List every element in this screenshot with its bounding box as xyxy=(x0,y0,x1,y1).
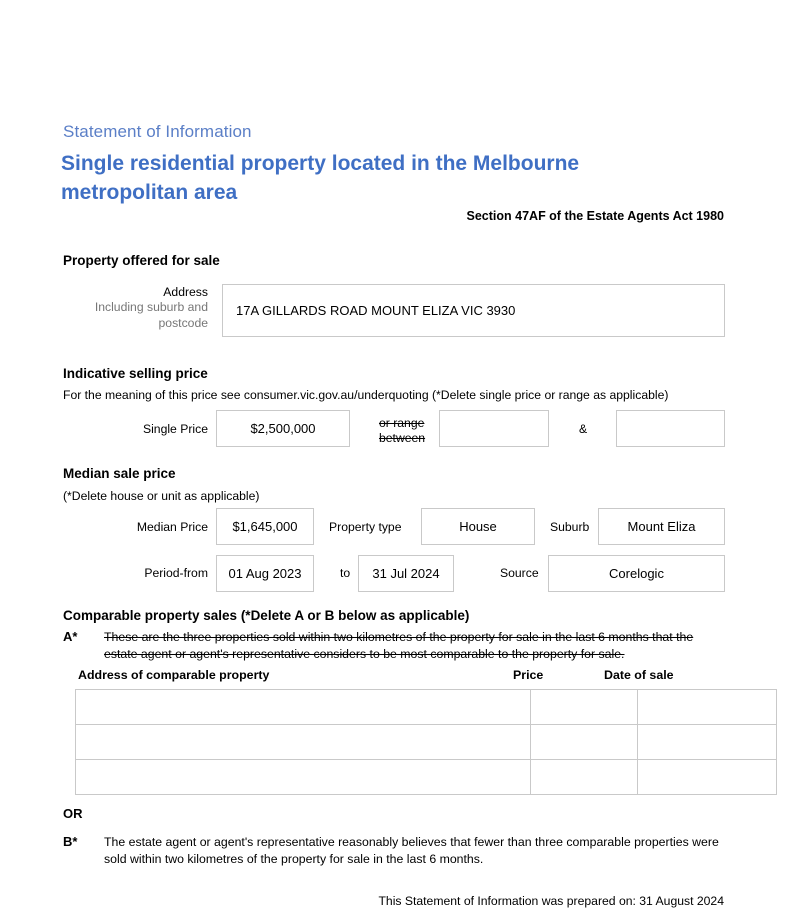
period-from-field[interactable]: 01 Aug 2023 xyxy=(216,555,314,592)
or-separator-label: OR xyxy=(63,806,83,821)
suburb-value: Mount Eliza xyxy=(627,519,696,534)
option-b-marker: B* xyxy=(63,834,78,849)
source-value: Corelogic xyxy=(609,566,664,581)
median-price-value: $1,645,000 xyxy=(232,519,298,534)
column-header-date-of-sale: Date of sale xyxy=(604,668,674,682)
median-price-label: Median Price xyxy=(136,520,208,534)
cell-address[interactable] xyxy=(75,689,531,725)
property-type-field[interactable]: House xyxy=(421,508,535,545)
cell-price[interactable] xyxy=(530,759,638,795)
suburb-field[interactable]: Mount Eliza xyxy=(598,508,725,545)
option-a-text: These are the three properties sold with… xyxy=(104,630,694,662)
or-range-label-line1: or range xyxy=(379,416,425,430)
period-from-value: 01 Aug 2023 xyxy=(228,566,302,581)
period-to-label: to xyxy=(340,566,351,580)
period-to-value: 31 Jul 2024 xyxy=(372,566,440,581)
range-high-field[interactable] xyxy=(616,410,725,447)
page-title: Single residential property located in t… xyxy=(61,152,580,204)
option-a-marker: A* xyxy=(63,629,78,644)
table-row[interactable] xyxy=(75,759,777,795)
option-b-text: The estate agent or agent's representati… xyxy=(104,835,719,867)
comparable-sales-table xyxy=(75,689,777,795)
section-heading-median-price: Median sale price xyxy=(63,466,176,481)
range-ampersand: & xyxy=(579,422,588,436)
address-field[interactable]: 17A GILLARDS ROAD MOUNT ELIZA VIC 3930 xyxy=(222,284,725,337)
column-header-price: Price xyxy=(513,668,544,682)
range-low-field[interactable] xyxy=(439,410,549,447)
column-header-address: Address of comparable property xyxy=(78,668,270,682)
address-value: 17A GILLARDS ROAD MOUNT ELIZA VIC 3930 xyxy=(236,303,516,318)
section-heading-indicative-price: Indicative selling price xyxy=(63,366,208,381)
median-price-subtext: (*Delete house or unit as applicable) xyxy=(63,489,260,503)
address-sublabel: Including suburb and postcode xyxy=(94,300,208,330)
cell-date-of-sale[interactable] xyxy=(637,759,777,795)
document-page: Statement of Information Single resident… xyxy=(0,0,800,922)
period-from-label: Period-from xyxy=(144,566,208,580)
or-range-label-line2: between xyxy=(379,431,426,445)
single-price-field[interactable]: $2,500,000 xyxy=(216,410,350,447)
median-price-field[interactable]: $1,645,000 xyxy=(216,508,314,545)
act-reference: Section 47AF of the Estate Agents Act 19… xyxy=(466,209,724,223)
document-kicker: Statement of Information xyxy=(63,122,252,141)
cell-date-of-sale[interactable] xyxy=(637,689,777,725)
section-heading-property-offered: Property offered for sale xyxy=(63,253,220,268)
period-to-field[interactable]: 31 Jul 2024 xyxy=(358,555,454,592)
single-price-value: $2,500,000 xyxy=(250,421,316,436)
table-row[interactable] xyxy=(75,689,777,725)
source-label: Source xyxy=(500,566,539,580)
cell-date-of-sale[interactable] xyxy=(637,724,777,760)
cell-price[interactable] xyxy=(530,689,638,725)
address-label: Address xyxy=(163,285,208,299)
source-field[interactable]: Corelogic xyxy=(548,555,725,592)
indicative-price-subtext: For the meaning of this price see consum… xyxy=(63,388,669,402)
property-type-label: Property type xyxy=(329,520,402,534)
section-heading-comparable-sales: Comparable property sales (*Delete A or … xyxy=(63,608,470,623)
single-price-label: Single Price xyxy=(142,422,208,436)
suburb-label: Suburb xyxy=(550,520,590,534)
prepared-on-text: This Statement of Information was prepar… xyxy=(378,894,724,908)
cell-price[interactable] xyxy=(530,724,638,760)
property-type-value: House xyxy=(459,519,497,534)
table-row[interactable] xyxy=(75,724,777,760)
cell-address[interactable] xyxy=(75,724,531,760)
cell-address[interactable] xyxy=(75,759,531,795)
